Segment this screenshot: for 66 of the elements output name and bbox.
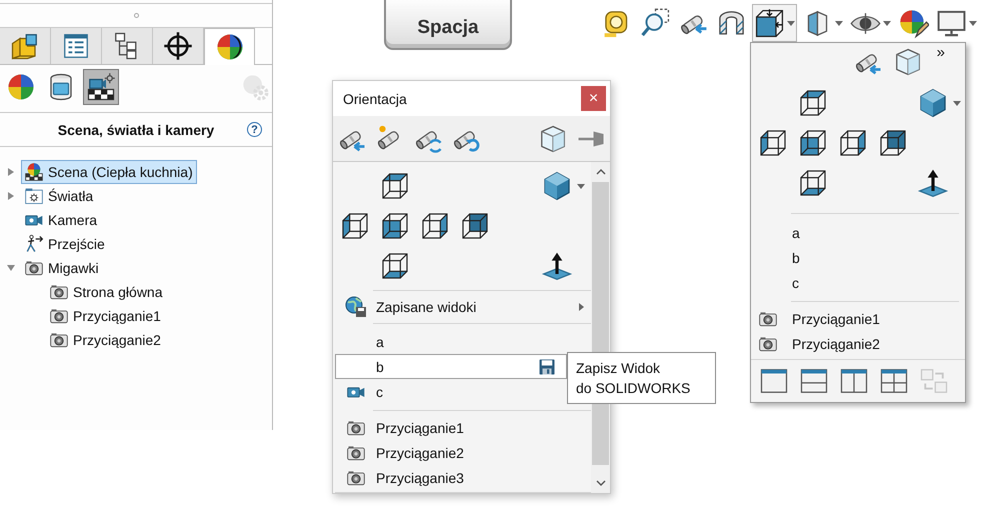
menu-item[interactable]: Przyciąganie1 (757, 306, 959, 331)
caret-icon[interactable] (969, 20, 977, 26)
caret-icon[interactable] (835, 20, 843, 26)
tool-button[interactable] (538, 124, 568, 154)
menu-item[interactable]: a (335, 329, 567, 354)
tree-item[interactable]: Strona główna (46, 280, 167, 304)
menu-item[interactable]: Przyciąganie1 (335, 415, 591, 440)
globe-save-icon (344, 295, 368, 319)
scroll-up-icon[interactable] (596, 168, 606, 176)
expand-arrow-icon[interactable] (8, 192, 14, 200)
menu-item[interactable]: b (335, 354, 567, 379)
menu-item[interactable]: Przyciąganie2 (335, 440, 591, 465)
normal-arrow-icon[interactable] (917, 167, 949, 199)
walking-figure-icon (24, 234, 44, 254)
part-icon (10, 31, 40, 61)
toolbar-button[interactable] (752, 4, 797, 42)
property-list-icon (61, 31, 91, 61)
caret-icon[interactable] (787, 20, 795, 26)
four-viewports-icon[interactable] (879, 366, 909, 396)
dialog-title: Orientacja (343, 90, 407, 106)
menu-item[interactable]: b (757, 245, 959, 270)
grip-handle[interactable] (134, 13, 138, 18)
tree-item[interactable]: Kamera (21, 208, 102, 232)
panel-tab[interactable] (153, 28, 204, 64)
normal-arrow-icon[interactable] (541, 250, 573, 282)
tooltip: Zapisz Widok do SOLIDWORKS (567, 352, 716, 404)
panel-title: Scena, światła i kamery (58, 122, 214, 138)
more-button[interactable]: » (936, 47, 945, 59)
close-button[interactable]: × (581, 86, 606, 111)
scene-icon (24, 162, 44, 182)
menu-item[interactable]: c (757, 270, 959, 295)
caret-icon[interactable] (577, 184, 585, 188)
submenu-item[interactable]: Zapisane widoki (335, 291, 591, 323)
tree-item[interactable]: Scena (Ciepła kuchnia) (21, 160, 197, 184)
caret-icon[interactable] (883, 20, 891, 26)
glass-cube-icon (538, 124, 568, 154)
tree-item[interactable]: Przyciąganie2 (46, 328, 165, 352)
menu-item[interactable]: c (335, 379, 567, 404)
zoom-area-icon (640, 8, 671, 38)
collapse-arrow-icon[interactable] (7, 265, 15, 271)
view-cube-icon (754, 8, 785, 38)
tree-item[interactable]: Przejście (21, 232, 109, 256)
tree-item[interactable]: Światła (21, 184, 98, 208)
appearance-pencil-icon (898, 8, 929, 38)
scene-camera-icon (86, 72, 116, 102)
menu-item[interactable]: a (757, 220, 959, 245)
caret-icon[interactable] (953, 100, 961, 106)
panel-tab[interactable] (102, 28, 153, 64)
two-viewports-icon[interactable] (839, 366, 869, 396)
single-viewport-icon[interactable] (759, 366, 789, 396)
folder-light-icon (24, 186, 44, 206)
submenu-arrow-icon (579, 303, 584, 311)
menu-item[interactable]: Przyciąganie3 (335, 465, 591, 490)
scroll-down-icon[interactable] (596, 479, 606, 487)
tree-item[interactable]: Przyciąganie1 (46, 304, 165, 328)
panel-tab[interactable] (204, 28, 255, 65)
display-ball-icon (214, 32, 244, 62)
tree-item[interactable]: Migawki (21, 256, 103, 280)
crosshair-icon (163, 31, 193, 61)
help-icon[interactable]: ? (247, 122, 262, 137)
keyboard-key: Spacja (384, 0, 512, 50)
appearance-ball-icon (6, 72, 36, 102)
menu-item[interactable]: Przyciąganie2 (757, 331, 959, 356)
expand-arrow-icon[interactable] (8, 168, 14, 176)
two-viewports-icon[interactable] (799, 366, 829, 396)
panel-tab[interactable] (83, 69, 119, 105)
